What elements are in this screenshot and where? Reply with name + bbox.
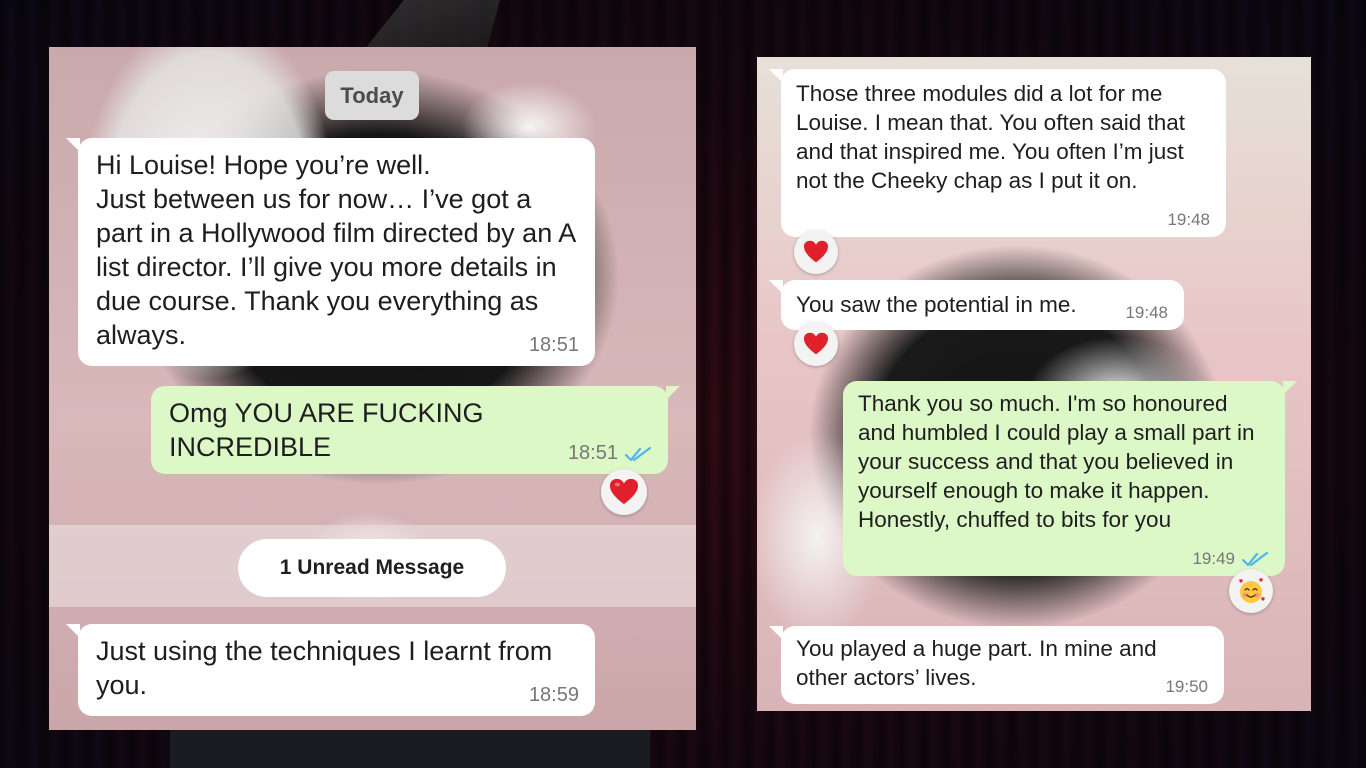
message-bubble-incoming[interactable]: You saw the potential in me. 19:48 xyxy=(769,280,1184,330)
message-meta: 19:48 xyxy=(1167,210,1210,230)
reaction-heart[interactable] xyxy=(601,469,647,515)
message-bubble-outgoing[interactable]: Omg YOU ARE FUCKING INCREDIBLE 18:51 xyxy=(151,386,680,474)
message-bubble-incoming[interactable]: Those three modules did a lot for me Lou… xyxy=(769,69,1226,237)
double-check-read-icon xyxy=(1241,551,1269,567)
message-meta: 18:51 xyxy=(529,334,579,357)
message-bubble-incoming[interactable]: You played a huge part. In mine and othe… xyxy=(769,626,1224,704)
unread-messages-separator: 1 Unread Message xyxy=(238,539,506,597)
message-text: Hi Louise! Hope you’re well. Just betwee… xyxy=(96,150,575,350)
chat-screenshot-left: Today Hi Louise! Hope you’re well. Just … xyxy=(49,47,696,730)
message-bubble-incoming[interactable]: Just using the techniques I learnt from … xyxy=(66,624,595,716)
chat-screenshot-right: Those three modules did a lot for me Lou… xyxy=(757,57,1311,711)
message-time: 18:51 xyxy=(567,442,618,464)
message-meta: 19:49 xyxy=(1192,549,1269,569)
message-time: 19:48 xyxy=(1167,210,1210,229)
message-time: 18:51 xyxy=(528,334,579,356)
message-text: You saw the potential in me. xyxy=(796,292,1077,317)
message-time: 19:48 xyxy=(1125,303,1168,322)
message-time: 19:50 xyxy=(1165,677,1208,696)
reaction-smiling-face-with-hearts[interactable] xyxy=(1229,569,1273,613)
message-text: Thank you so much. I'm so honoured and h… xyxy=(858,391,1255,532)
message-meta: 18:51 xyxy=(568,442,652,465)
message-bubble-incoming[interactable]: Hi Louise! Hope you’re well. Just betwee… xyxy=(66,138,595,366)
message-text: Just using the techniques I learnt from … xyxy=(96,636,553,700)
red-heart-icon xyxy=(804,240,828,263)
message-text: Those three modules did a lot for me Lou… xyxy=(796,81,1186,193)
red-heart-icon xyxy=(804,332,828,355)
smiling-face-with-hearts-icon xyxy=(1239,578,1265,603)
message-bubble-outgoing[interactable]: Thank you so much. I'm so honoured and h… xyxy=(843,381,1297,576)
message-meta: 18:59 xyxy=(529,684,579,707)
message-text: You played a huge part. In mine and othe… xyxy=(796,636,1157,690)
date-separator: Today xyxy=(325,71,419,120)
message-time: 19:49 xyxy=(1192,549,1235,568)
reaction-heart[interactable] xyxy=(794,230,838,274)
message-meta: 19:48 xyxy=(1125,303,1168,323)
message-time: 18:59 xyxy=(528,684,579,706)
double-check-read-icon xyxy=(624,446,652,461)
message-meta: 19:50 xyxy=(1165,677,1208,697)
reaction-heart[interactable] xyxy=(794,322,838,366)
red-heart-icon xyxy=(610,478,638,505)
